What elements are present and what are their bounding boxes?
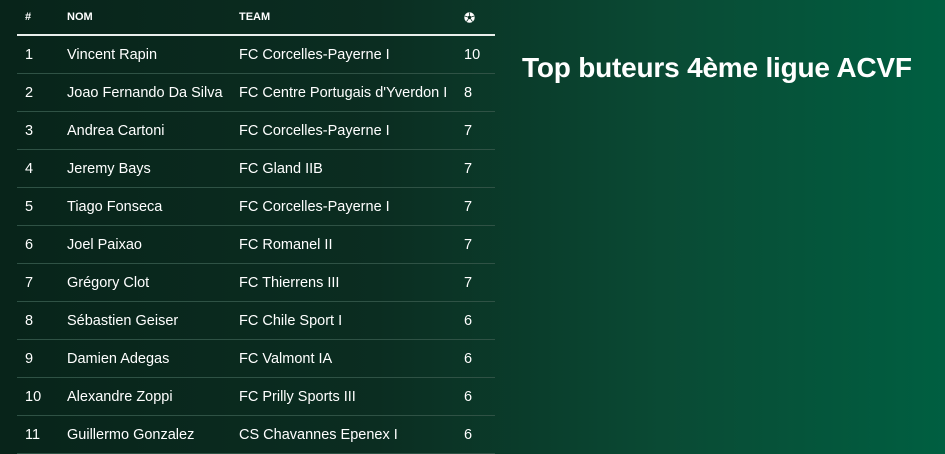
table-row: 5 Tiago Fonseca FC Corcelles-Payerne I7 — [17, 187, 495, 226]
team-cell: FC Corcelles-Payerne I — [239, 111, 464, 150]
scorer-rows: 1 Vincent Rapin FC Corcelles-Payerne I 10 2 J… — [17, 35, 495, 454]
table-row: 2 Joao Fernando Da Silva FC Centre Portuga… — [17, 73, 495, 112]
team-cell: FC Corcelles-Payerne I — [239, 35, 464, 74]
soccer-ball-icon — [464, 11, 475, 23]
player-name-cell: Damien Adegas — [67, 339, 239, 378]
rank-cell: 5 — [17, 187, 67, 226]
goals-cell: 7 — [464, 149, 495, 188]
goals-cell: 6 — [464, 301, 495, 340]
player-name-cell: Jeremy Bays — [67, 149, 239, 188]
player-name-cell: Joel Paixao — [67, 225, 239, 264]
rank-cell: 6 — [17, 225, 67, 264]
team-cell: FC Thierrens III — [239, 263, 464, 302]
table-row: 6 Joel Paixao FC Romanel II 7 — [17, 225, 495, 264]
table-row: 7 Grégory Clot FC Thierrens III 7 — [17, 263, 495, 302]
goals-cell: 8 — [464, 73, 495, 112]
rank-cell: 4 — [17, 149, 67, 188]
goals-header — [464, 0, 495, 36]
table-row: 3 Andrea Cartoni FC Corcelles-Payerne I7 — [17, 111, 495, 150]
goals-cell: 7 — [464, 111, 495, 150]
rank-cell: 2 — [17, 73, 67, 112]
table-row: 9 Damien Adegas FC Valmont IA 6 — [17, 339, 495, 378]
team-cell: FC Romanel II — [239, 225, 464, 264]
table-row: 11 Guillermo Gonzalez CS Chavannes Epenex … — [17, 415, 495, 454]
team-cell: FC Centre Portugais d'Yverdon I — [239, 73, 464, 112]
team-cell: FC Gland IIB — [239, 149, 464, 188]
rank-cell: 11 — [17, 415, 67, 454]
team-cell: FC Chile Sport I — [239, 301, 464, 340]
name-header: NOM — [67, 0, 239, 36]
rank-cell: 8 — [17, 301, 67, 340]
player-name-cell: Alexandre Zoppi — [67, 377, 239, 416]
goals-cell: 6 — [464, 339, 495, 378]
rank-cell: 10 — [17, 377, 67, 416]
rank-cell: 7 — [17, 263, 67, 302]
player-name-cell: Sébastien Geiser — [67, 301, 239, 340]
team-cell: FC Valmont IA — [239, 339, 464, 378]
rank-cell: 3 — [17, 111, 67, 150]
team-cell: FC Prilly Sports III — [239, 377, 464, 416]
player-name-cell: Guillermo Gonzalez — [67, 415, 239, 454]
goals-cell: 7 — [464, 225, 495, 264]
player-name-cell: Tiago Fonseca — [67, 187, 239, 226]
goals-cell: 10 — [464, 35, 495, 74]
goals-cell: 6 — [464, 377, 495, 416]
player-name-cell: Andrea Cartoni — [67, 111, 239, 150]
goals-cell: 6 — [464, 415, 495, 454]
page-title: Top buteurs 4ème ligue ACVF — [522, 52, 912, 83]
goals-cell: 7 — [464, 263, 495, 302]
player-name-cell: Vincent Rapin — [67, 35, 239, 74]
team-cell: FC Corcelles-Payerne I — [239, 187, 464, 226]
table-header: # NOM TEAM — [17, 0, 495, 36]
table-row: 1 Vincent Rapin FC Corcelles-Payerne I 10 — [17, 35, 495, 74]
team-cell: CS Chavannes Epenex I — [239, 415, 464, 454]
goals-cell: 7 — [464, 187, 495, 226]
table-row: 8 Sébastien Geiser FC Chile Sport I6 — [17, 301, 495, 340]
player-name-cell: Joao Fernando Da Silva — [67, 73, 239, 112]
rank-cell: 1 — [17, 35, 67, 74]
rank-header: # — [17, 0, 67, 36]
team-header: TEAM — [239, 0, 464, 36]
header-row: # NOM TEAM — [17, 0, 495, 36]
table-row: 10 Alexandre Zoppi FC Prilly Sports III 6 — [17, 377, 495, 416]
player-name-cell: Grégory Clot — [67, 263, 239, 302]
table-row: 4 Jeremy Bays FC Gland IIB 7 — [17, 149, 495, 188]
rank-cell: 9 — [17, 339, 67, 378]
scorers-table: # NOM TEAM 1 Vincent Rapin FC Corcelles-Pa… — [17, 0, 495, 454]
